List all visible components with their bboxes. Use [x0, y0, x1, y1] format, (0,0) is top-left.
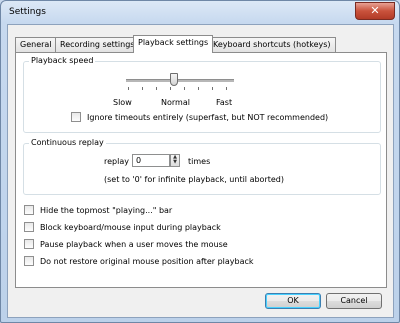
checkbox-box[interactable] [24, 205, 34, 215]
speed-label-fast: Fast [216, 98, 233, 107]
tab-recording-settings[interactable]: Recording settings [55, 37, 140, 52]
option-label: Block keyboard/mouse input during playba… [40, 223, 221, 232]
slider-tick [198, 87, 199, 90]
playback-settings-panel: Playback speed Slow Normal Fast Ignore t… [15, 52, 387, 288]
checkbox-box[interactable] [24, 222, 34, 232]
option-hide-playing-bar[interactable]: Hide the topmost "playing..." bar [24, 205, 172, 215]
dialog-body: General Recording settings Playback sett… [7, 24, 394, 318]
ignore-timeouts-checkbox[interactable]: Ignore timeouts entirely (superfast, but… [71, 112, 328, 122]
tab-keyboard-shortcuts[interactable]: Keyboard shortcuts (hotkeys) [208, 37, 336, 52]
slider-tick [184, 87, 185, 90]
speed-label-slow: Slow [113, 98, 132, 107]
title-bar: Settings ✕ [1, 1, 399, 23]
option-no-restore-mouse[interactable]: Do not restore original mouse position a… [24, 256, 254, 266]
checkbox-box[interactable] [71, 112, 81, 122]
times-label: times [188, 157, 211, 166]
replay-count-spinner[interactable]: ▲ ▼ [170, 154, 180, 167]
slider-tick [156, 87, 157, 90]
ok-button[interactable]: OK [265, 293, 321, 309]
replay-count-input[interactable]: 0 [132, 154, 170, 167]
speed-label-normal: Normal [161, 98, 190, 107]
option-label: Hide the topmost "playing..." bar [40, 206, 173, 215]
window-title: Settings [9, 7, 46, 17]
slider-tick [142, 87, 143, 90]
speed-slider-thumb[interactable] [170, 73, 178, 86]
slider-tick [226, 87, 227, 90]
checkbox-box[interactable] [24, 256, 34, 266]
option-pause-on-mouse-move[interactable]: Pause playback when a user moves the mou… [24, 239, 228, 249]
option-block-input[interactable]: Block keyboard/mouse input during playba… [24, 222, 221, 232]
close-button[interactable]: ✕ [355, 2, 395, 20]
option-label: Do not restore original mouse position a… [40, 257, 254, 266]
slider-tick [128, 87, 129, 90]
spin-down-icon[interactable]: ▼ [171, 160, 179, 165]
checkbox-box[interactable] [24, 239, 34, 249]
close-icon: ✕ [370, 4, 380, 17]
speed-slider-track[interactable] [126, 79, 234, 82]
tab-general[interactable]: General [15, 37, 57, 52]
playback-speed-group: Playback speed Slow Normal Fast Ignore t… [23, 56, 381, 133]
ignore-timeouts-label: Ignore timeouts entirely (superfast, but… [87, 113, 329, 122]
continuous-replay-title: Continuous replay [29, 138, 106, 147]
replay-label: replay [104, 157, 129, 166]
settings-window: Settings ✕ General Recording settings Pl… [0, 0, 400, 323]
playback-speed-title: Playback speed [29, 56, 96, 65]
slider-tick [212, 87, 213, 90]
continuous-replay-group: Continuous replay replay 0 ▲ ▼ times (se… [23, 138, 381, 195]
slider-tick [170, 87, 171, 90]
replay-hint: (set to '0' for infinite playback, until… [104, 175, 284, 184]
tab-playback-settings[interactable]: Playback settings [133, 35, 214, 53]
cancel-button[interactable]: Cancel [326, 293, 382, 309]
option-label: Pause playback when a user moves the mou… [40, 240, 228, 249]
